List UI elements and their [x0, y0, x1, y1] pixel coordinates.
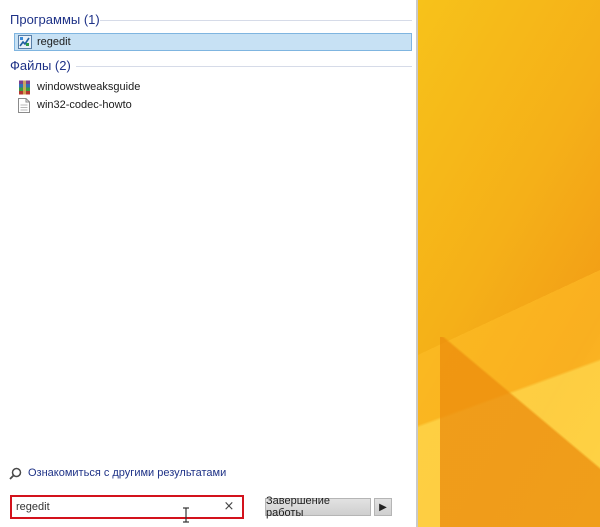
shutdown-label: Завершение работы — [266, 495, 330, 519]
program-item-regedit[interactable]: regedit — [14, 33, 412, 51]
files-group-label: Файлы (2) — [10, 58, 71, 73]
see-more-results-link[interactable]: Ознакомиться с другими результатами — [8, 465, 226, 481]
programs-group-label: Программы (1) — [10, 12, 100, 27]
file-item-label: windowstweaksguide — [37, 81, 141, 93]
file-item-win32-codec-howto[interactable]: win32-codec-howto — [17, 97, 407, 113]
programs-group-title: Программы (1) — [10, 12, 100, 27]
programs-group-divider — [100, 20, 412, 21]
regedit-icon — [18, 35, 32, 49]
text-document-icon — [17, 97, 31, 113]
winrar-archive-icon — [17, 80, 31, 95]
text-cursor-icon — [183, 507, 189, 523]
shutdown-options-button[interactable]: ▶ — [374, 498, 392, 516]
search-icon — [8, 466, 22, 480]
chevron-right-icon: ▶ — [379, 501, 387, 513]
files-group-title: Файлы (2) — [10, 58, 71, 73]
desktop-wallpaper-shape — [440, 337, 600, 527]
start-menu-panel: Программы (1) regedit Файлы (2) windowst… — [0, 0, 418, 527]
desktop-background — [418, 0, 600, 527]
clear-search-icon[interactable]: × — [222, 498, 236, 516]
search-box[interactable]: × — [10, 495, 244, 519]
file-item-label: win32-codec-howto — [37, 99, 132, 111]
see-more-results-label: Ознакомиться с другими результатами — [28, 467, 227, 479]
program-item-label: regedit — [37, 36, 71, 48]
shutdown-button[interactable]: Завершение работы — [265, 495, 371, 519]
file-item-windowstweaksguide[interactable]: windowstweaksguide — [17, 79, 407, 95]
files-group-divider — [76, 66, 412, 67]
